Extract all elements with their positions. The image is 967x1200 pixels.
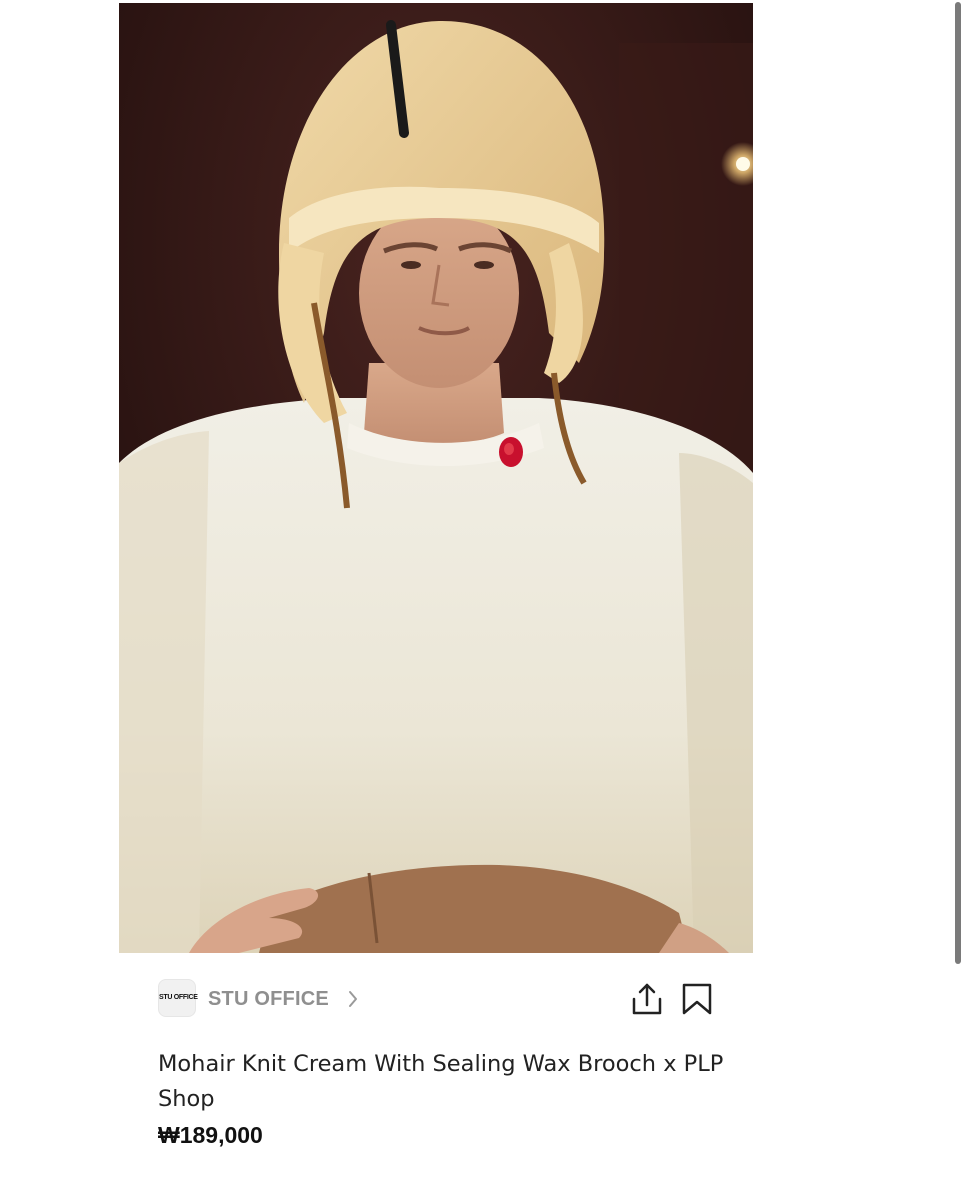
product-price: ₩189,000 xyxy=(158,1122,263,1148)
brand-name-link[interactable]: STU OFFICE xyxy=(208,988,329,1011)
brand-logo[interactable]: STU OFFICE xyxy=(158,979,198,1017)
share-icon[interactable] xyxy=(630,981,664,1017)
product-title: Mohair Knit Cream With Sealing Wax Brooc… xyxy=(158,1051,724,1112)
bookmark-icon[interactable] xyxy=(680,982,714,1016)
product-image[interactable] xyxy=(119,3,753,953)
product-photo-illustration xyxy=(119,3,753,953)
brand-row: STU OFFICE STU OFFICE xyxy=(158,979,718,1019)
chevron-right-icon[interactable] xyxy=(348,990,358,1008)
scrollbar-thumb[interactable] xyxy=(955,2,961,964)
scrollbar[interactable] xyxy=(950,0,967,1200)
brand-logo-text: STU OFFICE xyxy=(159,994,198,1001)
